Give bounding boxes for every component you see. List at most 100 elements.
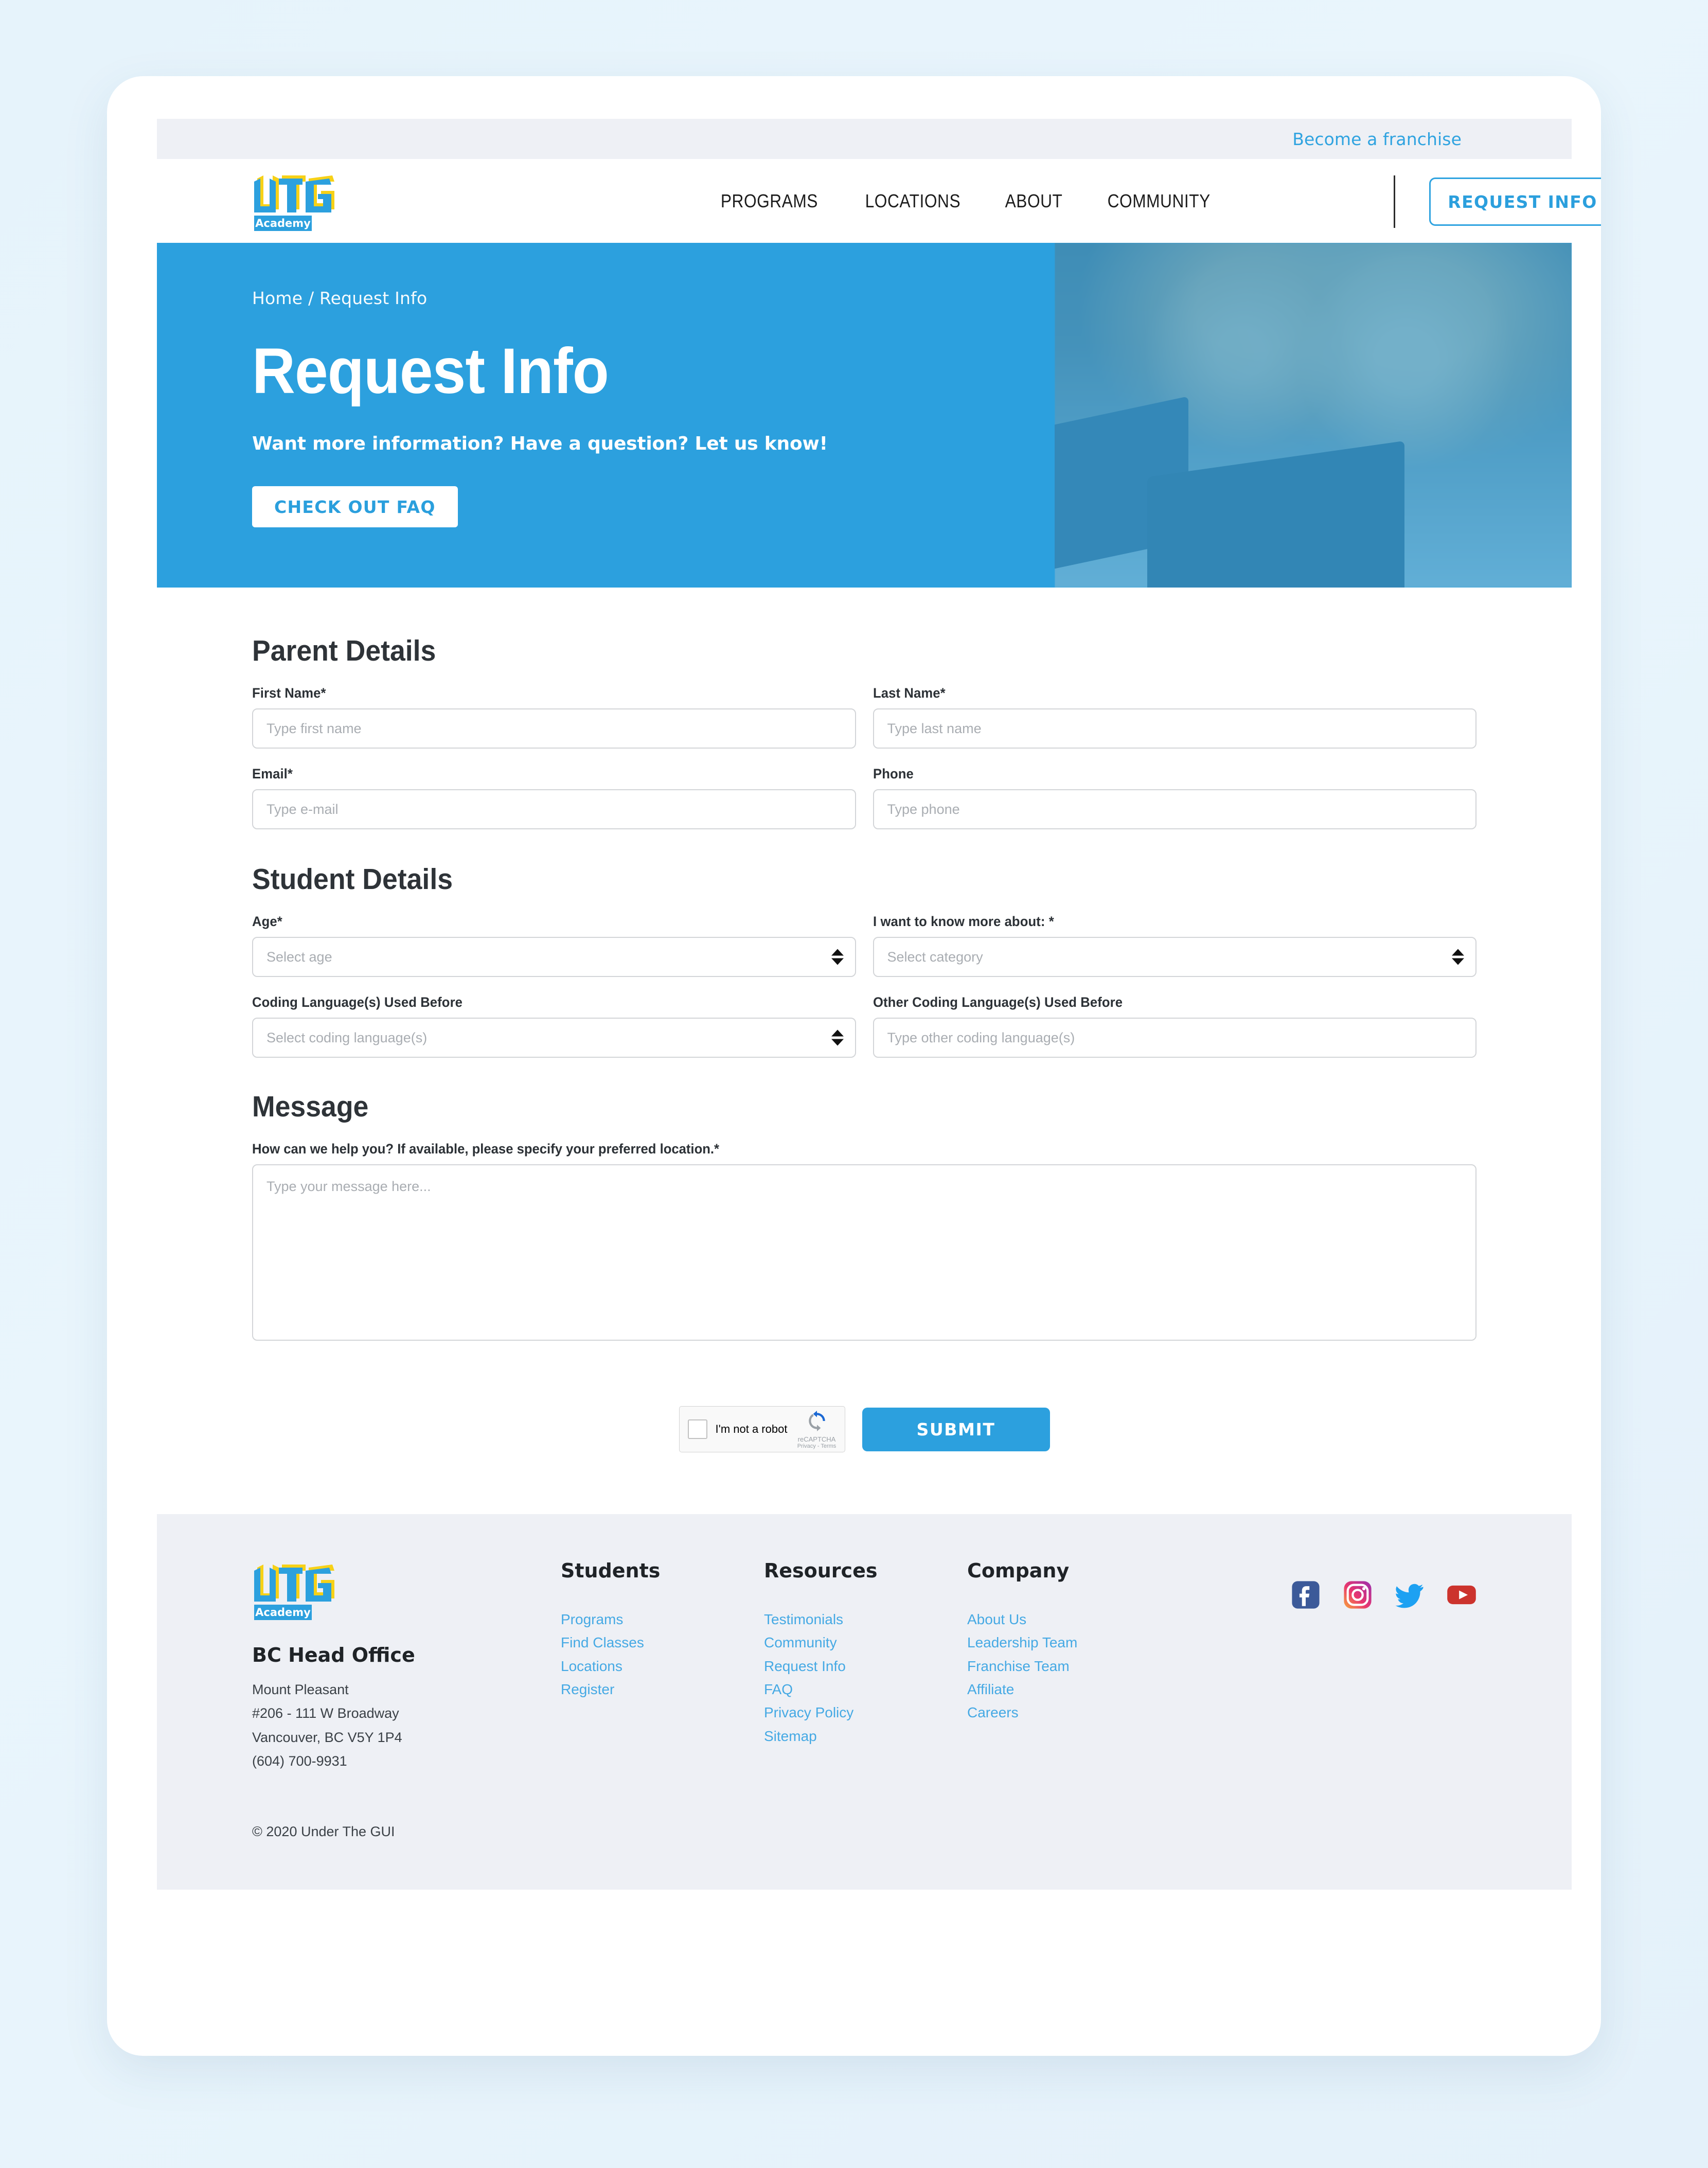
parent-details-section: Parent Details First Name* Last Name* Em… xyxy=(252,588,1476,829)
student-details-heading: Student Details xyxy=(252,863,453,896)
address-line: (604) 700-9931 xyxy=(252,1753,347,1769)
recaptcha-brand-name: reCAPTCHA xyxy=(797,1435,836,1443)
message-textarea[interactable] xyxy=(252,1164,1476,1341)
footer-brand: Academy BC Head Office Mount Pleasant #2… xyxy=(252,1559,561,1773)
utg-logo-icon[interactable]: Academy xyxy=(252,1559,345,1621)
footer-link-faq[interactable]: FAQ xyxy=(764,1678,967,1701)
email-label: Email* xyxy=(252,766,293,781)
breadcrumb-current: Request Info xyxy=(319,288,428,308)
footer-link-testimonials[interactable]: Testimonials xyxy=(764,1608,967,1631)
office-title: BC Head Office xyxy=(252,1644,415,1666)
footer-link-careers[interactable]: Careers xyxy=(967,1701,1209,1724)
submit-row: I'm not a robot reCAPTCHA Privacy - Term… xyxy=(252,1406,1476,1514)
coding-languages-group: Coding Language(s) Used Before Select co… xyxy=(252,994,856,1058)
footer-link-find-classes[interactable]: Find Classes xyxy=(561,1631,764,1654)
footer-link-about-us[interactable]: About Us xyxy=(967,1608,1209,1631)
footer-link-programs[interactable]: Programs xyxy=(561,1608,764,1631)
footer-link-locations[interactable]: Locations xyxy=(561,1655,764,1678)
hero-photo xyxy=(1055,243,1572,588)
hero-photo-tint xyxy=(1055,243,1572,588)
phone-label: Phone xyxy=(873,766,914,781)
other-languages-input[interactable] xyxy=(873,1018,1476,1058)
recaptcha-icon xyxy=(808,1411,825,1431)
email-input[interactable] xyxy=(252,789,856,829)
facebook-icon[interactable] xyxy=(1291,1580,1321,1610)
footer-link-community[interactable]: Community xyxy=(764,1631,967,1654)
phone-input[interactable] xyxy=(873,789,1476,829)
header-divider xyxy=(1394,175,1395,228)
become-a-franchise-link[interactable]: Become a franchise xyxy=(1292,129,1462,149)
recaptcha-widget[interactable]: I'm not a robot reCAPTCHA Privacy - Term… xyxy=(679,1406,845,1452)
languages-row: Coding Language(s) Used Before Select co… xyxy=(252,994,1476,1058)
other-languages-label: Other Coding Language(s) Used Before xyxy=(873,994,1123,1010)
main-nav: PROGRAMS LOCATIONS ABOUT COMMUNITY xyxy=(697,190,1234,212)
nav-item-programs[interactable]: PROGRAMS xyxy=(706,190,833,212)
youtube-icon[interactable] xyxy=(1447,1580,1476,1610)
svg-text:Academy: Academy xyxy=(255,1606,311,1619)
recaptcha-checkbox[interactable] xyxy=(687,1419,707,1439)
instagram-icon[interactable] xyxy=(1343,1580,1373,1610)
breadcrumb-home[interactable]: Home xyxy=(252,288,303,308)
last-name-group: Last Name* xyxy=(873,685,1476,749)
footer-heading-company: Company xyxy=(967,1559,1070,1582)
age-label: Age* xyxy=(252,914,282,929)
footer-link-leadership-team[interactable]: Leadership Team xyxy=(967,1631,1209,1654)
check-out-faq-button[interactable]: CHECK OUT FAQ xyxy=(252,486,458,527)
other-languages-group: Other Coding Language(s) Used Before xyxy=(873,994,1476,1058)
hero-content: Home / Request Info Request Info Want mo… xyxy=(157,243,1051,588)
coding-languages-select-wrap: Select coding language(s) xyxy=(252,1018,856,1058)
student-details-section: Student Details Age* Select age I want t… xyxy=(252,829,1476,1058)
submit-button[interactable]: SUBMIT xyxy=(862,1407,1050,1451)
age-select-wrap: Select age xyxy=(252,937,856,977)
nav-item-locations[interactable]: LOCATIONS xyxy=(850,190,975,212)
nav-item-about[interactable]: ABOUT xyxy=(990,190,1077,212)
page-title: Request Info xyxy=(252,335,609,407)
last-name-input[interactable] xyxy=(873,708,1476,749)
age-group: Age* Select age xyxy=(252,914,856,977)
name-row: First Name* Last Name* xyxy=(252,685,1476,749)
utg-logo-icon: Academy xyxy=(254,175,334,231)
category-select[interactable]: Select category xyxy=(873,937,1476,977)
first-name-group: First Name* xyxy=(252,685,856,749)
breadcrumb-separator: / xyxy=(303,288,319,308)
phone-group: Phone xyxy=(873,766,1476,829)
footer-link-franchise-team[interactable]: Franchise Team xyxy=(967,1655,1209,1678)
site-footer: Academy BC Head Office Mount Pleasant #2… xyxy=(157,1514,1572,1890)
recaptcha-brand: reCAPTCHA Privacy - Terms xyxy=(796,1410,838,1449)
footer-heading-students: Students xyxy=(561,1559,661,1582)
footer-column-students: Students Programs Find Classes Locations… xyxy=(561,1559,764,1701)
email-group: Email* xyxy=(252,766,856,829)
coding-languages-select[interactable]: Select coding language(s) xyxy=(252,1018,856,1058)
site-header: Academy PROGRAMS LOCATIONS ABOUT COMMUNI… xyxy=(157,159,1601,243)
category-label: I want to know more about: * xyxy=(873,914,1054,929)
breadcrumb: Home / Request Info xyxy=(252,288,1051,308)
coding-languages-label: Coding Language(s) Used Before xyxy=(252,994,463,1010)
browser-window: Become a franchise Academy PROGRAMS LOCA… xyxy=(107,76,1601,2056)
footer-link-privacy-policy[interactable]: Privacy Policy xyxy=(764,1701,967,1724)
header-logo[interactable]: Academy xyxy=(252,170,355,232)
address-line: Vancouver, BC V5Y 1P4 xyxy=(252,1729,402,1745)
recaptcha-terms[interactable]: Privacy - Terms xyxy=(796,1443,838,1449)
age-category-row: Age* Select age I want to know more abou… xyxy=(252,914,1476,977)
twitter-icon[interactable] xyxy=(1395,1580,1425,1610)
first-name-input[interactable] xyxy=(252,708,856,749)
nav-item-community[interactable]: COMMUNITY xyxy=(1092,190,1225,212)
footer-link-sitemap[interactable]: Sitemap xyxy=(764,1725,967,1748)
social-links xyxy=(1291,1580,1476,1610)
first-name-label: First Name* xyxy=(252,685,326,701)
request-info-button[interactable]: REQUEST INFO xyxy=(1429,177,1601,226)
address-line: Mount Pleasant xyxy=(252,1682,349,1697)
footer-heading-resources: Resources xyxy=(764,1559,878,1582)
copyright: © 2020 Under The GUI xyxy=(252,1823,395,1839)
footer-link-request-info[interactable]: Request Info xyxy=(764,1655,967,1678)
footer-column-company: Company About Us Leadership Team Franchi… xyxy=(967,1559,1209,1725)
footer-link-affiliate[interactable]: Affiliate xyxy=(967,1678,1209,1701)
hero-banner: Home / Request Info Request Info Want mo… xyxy=(157,243,1572,588)
hero-subtitle: Want more information? Have a question? … xyxy=(252,433,828,454)
age-select[interactable]: Select age xyxy=(252,937,856,977)
category-group: I want to know more about: * Select cate… xyxy=(873,914,1476,977)
svg-text:Academy: Academy xyxy=(255,217,311,229)
site-root: Become a franchise Academy PROGRAMS LOCA… xyxy=(157,119,1601,1890)
recaptcha-label: I'm not a robot xyxy=(715,1423,788,1435)
footer-link-register[interactable]: Register xyxy=(561,1678,764,1701)
